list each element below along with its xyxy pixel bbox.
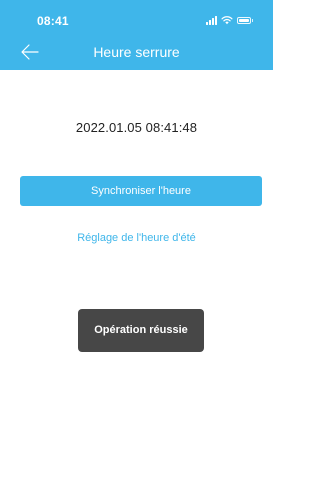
- page-title: Heure serrure: [93, 44, 180, 60]
- app-header: 08:41 Heure serrure: [0, 0, 273, 70]
- status-time: 08:41: [37, 14, 69, 28]
- status-icons: [206, 15, 253, 25]
- lock-datetime: 2022.01.05 08:41:48: [75, 120, 198, 135]
- dst-settings-link[interactable]: Réglage de l'heure d'été: [0, 230, 273, 246]
- signal-icon: [206, 16, 217, 25]
- sync-time-button[interactable]: Synchroniser l'heure: [20, 176, 262, 206]
- wifi-icon: [221, 16, 233, 25]
- status-bar: 08:41: [0, 0, 273, 34]
- battery-icon: [237, 15, 253, 25]
- success-toast: Opération réussie: [78, 309, 204, 352]
